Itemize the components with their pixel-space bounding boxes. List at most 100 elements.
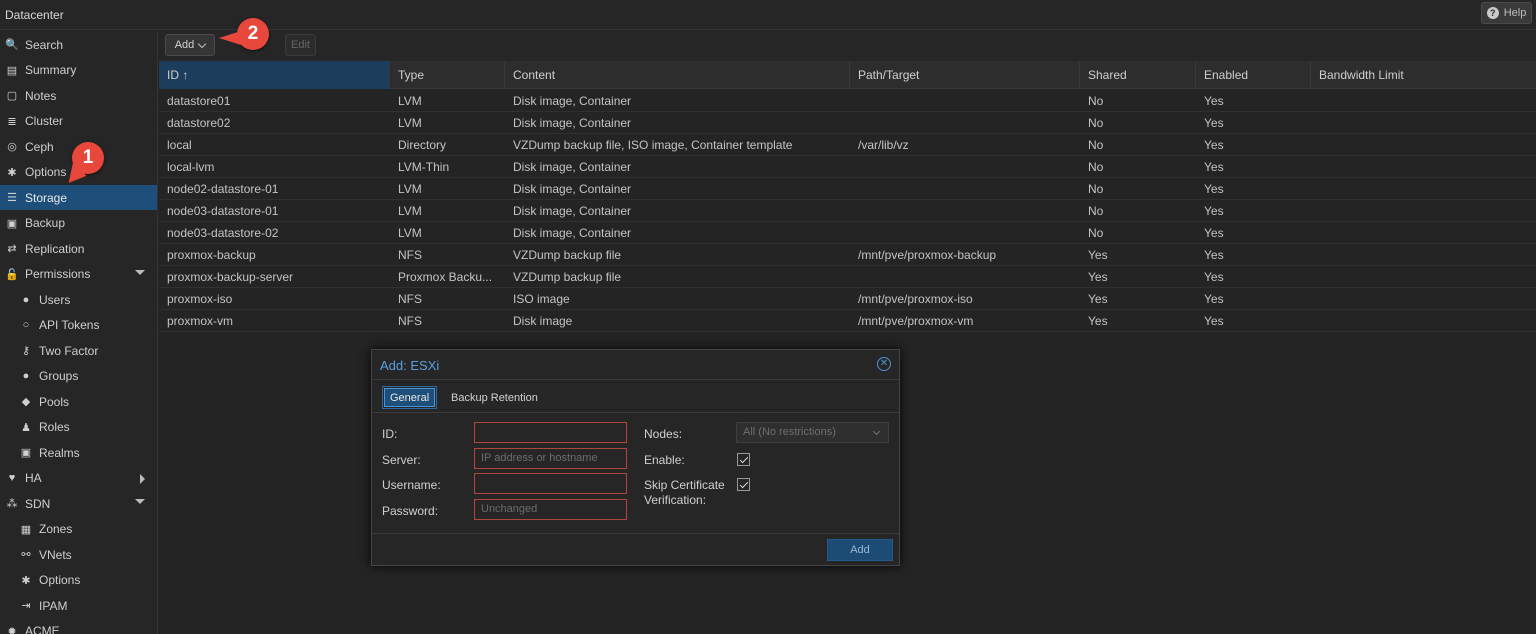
- cell-enabled: Yes: [1204, 116, 1224, 130]
- cell-content: Disk image, Container: [513, 116, 632, 130]
- sidebar-item-label: SDN: [25, 496, 51, 511]
- enable-checkbox[interactable]: [737, 453, 750, 466]
- dialog-add-button[interactable]: Add: [827, 539, 893, 561]
- cell-content: VZDump backup file: [513, 270, 622, 284]
- sidebar-item-summary[interactable]: ▤ Summary: [0, 58, 157, 83]
- table-row[interactable]: proxmox-backup-server Proxmox Backu... VZD…: [159, 266, 1536, 288]
- cell-bandwidth-limit: [1311, 112, 1536, 134]
- sidebar-item-groups[interactable]: ● Groups: [0, 364, 157, 389]
- table-row[interactable]: local Directory VZDump backup file, ISO im…: [159, 134, 1536, 156]
- gear-icon: ✱: [21, 574, 31, 587]
- cell-path-target: [850, 200, 1080, 222]
- caret-down-icon[interactable]: [135, 269, 145, 275]
- caret-right-icon[interactable]: [140, 473, 145, 484]
- cell-id: proxmox-backup-server: [167, 270, 294, 284]
- column-header-content[interactable]: Content: [505, 61, 850, 89]
- chevron-down-icon: [198, 39, 207, 48]
- cell-content: Disk image, Container: [513, 226, 632, 240]
- cell-enabled: Yes: [1204, 270, 1224, 284]
- help-button[interactable]: ? Help: [1481, 2, 1532, 24]
- table-row[interactable]: proxmox-backup NFS VZDump backup file/mnt/…: [159, 244, 1536, 266]
- tab-backup-retention[interactable]: Backup Retention: [446, 388, 543, 407]
- table-row[interactable]: node02-datastore-01 LVM Disk image, Contai…: [159, 178, 1536, 200]
- sidebar-item-acme[interactable]: ✹ ACME: [0, 619, 157, 634]
- table-row[interactable]: datastore02 LVM Disk image, Container No Yes: [159, 112, 1536, 134]
- skip-cert-checkbox[interactable]: [737, 478, 750, 491]
- cell-enabled: Yes: [1204, 292, 1224, 306]
- nodes-select[interactable]: All (No restrictions): [736, 422, 889, 443]
- cell-path-target: [850, 112, 1080, 134]
- sidebar-item-ipam[interactable]: ⇥ IPAM: [0, 593, 157, 618]
- nodes-select-value: All (No restrictions): [743, 426, 836, 438]
- sidebar-item-label: HA: [25, 471, 42, 485]
- add-dropdown-button[interactable]: Add: [165, 34, 215, 56]
- tags-icon: ◆: [21, 396, 31, 408]
- table-row[interactable]: node03-datastore-01 LVM Disk image, Contai…: [159, 200, 1536, 222]
- cell-type: LVM: [398, 94, 422, 108]
- nodes-label: Nodes:: [644, 427, 683, 441]
- sidebar-item-label: ACME: [25, 624, 60, 634]
- unlock-icon: 🔓: [5, 268, 19, 281]
- table-row[interactable]: local-lvm LVM-Thin Disk image, Container No…: [159, 156, 1536, 178]
- sidebar-item-users[interactable]: ● Users: [0, 287, 157, 312]
- sidebar-item-label: Realms: [39, 445, 80, 460]
- column-header-path-target[interactable]: Path/Target: [850, 61, 1080, 89]
- close-icon[interactable]: ✕: [877, 357, 891, 371]
- cell-shared: Yes: [1088, 314, 1108, 328]
- id-field[interactable]: [474, 422, 627, 443]
- cell-shared: No: [1088, 138, 1104, 152]
- sidebar-item-label: VNets: [39, 547, 72, 562]
- server-field[interactable]: IP address or hostname: [474, 448, 627, 469]
- password-field[interactable]: Unchanged: [474, 499, 627, 520]
- column-header-bandwidth-limit[interactable]: Bandwidth Limit: [1311, 61, 1536, 89]
- sidebar-item-realms[interactable]: ▣ Realms: [0, 440, 157, 465]
- username-field[interactable]: [474, 473, 627, 494]
- sidebar-item-api-tokens[interactable]: ○ API Tokens: [0, 313, 157, 338]
- column-header-id[interactable]: ID ↑: [159, 61, 390, 89]
- note-icon: ▢: [6, 90, 18, 102]
- tab-general[interactable]: General: [381, 386, 438, 409]
- caret-down-icon[interactable]: [135, 499, 145, 504]
- sidebar-item-two-factor[interactable]: ⚷ Two Factor: [0, 338, 157, 363]
- sidebar-item-search[interactable]: 🔍 Search: [0, 32, 157, 57]
- cell-bandwidth-limit: [1311, 200, 1536, 222]
- sidebar-item-options[interactable]: ✱ Options: [0, 568, 157, 593]
- cell-bandwidth-limit: [1311, 310, 1536, 332]
- table-row[interactable]: datastore01 LVM Disk image, Container No Yes: [159, 90, 1536, 112]
- column-header-shared[interactable]: Shared: [1080, 61, 1196, 89]
- cell-shared: No: [1088, 94, 1104, 108]
- cell-type: NFS: [398, 314, 422, 328]
- checkmark-icon: [739, 479, 748, 488]
- dialog-title: Add: ESXi: [380, 358, 440, 373]
- sidebar-item-label: Backup: [25, 216, 66, 230]
- cell-bandwidth-limit: [1311, 288, 1536, 310]
- sidebar-item-roles[interactable]: ♟ Roles: [0, 415, 157, 440]
- cell-bandwidth-limit: [1311, 266, 1536, 288]
- cell-id: node02-datastore-01: [167, 182, 279, 196]
- sidebar-item-replication[interactable]: ⇄ Replication: [0, 236, 157, 261]
- cell-id: local: [167, 138, 192, 152]
- sidebar-item-notes[interactable]: ▢ Notes: [0, 83, 157, 108]
- column-header-type[interactable]: Type: [390, 61, 505, 89]
- sidebar-item-storage[interactable]: ☰ Storage: [0, 185, 157, 210]
- cell-enabled: Yes: [1204, 226, 1224, 240]
- annotation-marker-2: 2: [237, 18, 269, 50]
- sidebar-item-pools[interactable]: ◆ Pools: [0, 389, 157, 414]
- cell-path-target: [850, 178, 1080, 200]
- table-row[interactable]: node03-datastore-02 LVM Disk image, Contai…: [159, 222, 1536, 244]
- edit-button[interactable]: Edit: [285, 34, 316, 56]
- sidebar-item-cluster[interactable]: ≣ Cluster: [0, 109, 157, 134]
- sidebar-item-sdn[interactable]: ⁂ SDN: [0, 491, 157, 516]
- sidebar-item-vnets[interactable]: ⚯ VNets: [0, 542, 157, 567]
- sidebar-item-zones[interactable]: ▦ Zones: [0, 517, 157, 542]
- sidebar-item-permissions[interactable]: 🔓 Permissions: [0, 262, 157, 287]
- cell-enabled: Yes: [1204, 160, 1224, 174]
- sidebar-item-ha[interactable]: ♥ HA: [0, 466, 157, 491]
- sidebar-item-backup[interactable]: ▣ Backup: [0, 211, 157, 236]
- table-row[interactable]: proxmox-vm NFS Disk image/mnt/pve/proxmox-…: [159, 310, 1536, 332]
- cell-enabled: Yes: [1204, 94, 1224, 108]
- dialog-footer: Add: [372, 533, 899, 565]
- add-esxi-dialog: Add: ESXi ✕ General Backup Retention ID:…: [371, 349, 900, 566]
- column-header-enabled[interactable]: Enabled: [1196, 61, 1311, 89]
- table-row[interactable]: proxmox-iso NFS ISO image/mnt/pve/proxmox-…: [159, 288, 1536, 310]
